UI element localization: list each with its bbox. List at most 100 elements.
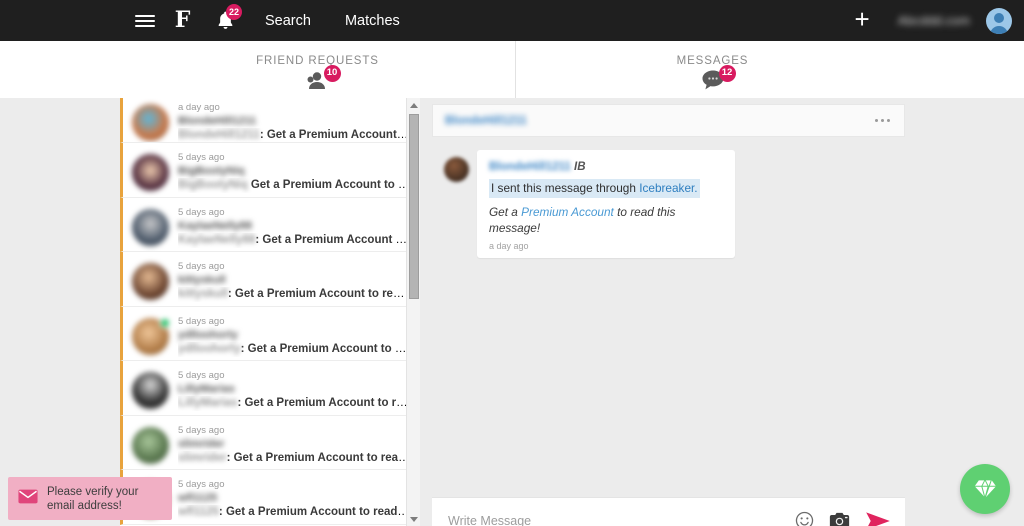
friend-requests-badge: 10: [324, 65, 341, 82]
bell-badge: 22: [226, 4, 242, 20]
list-item-preview: BlondeHill1211: Get a Premium Account to…: [178, 128, 410, 143]
scroll-up-arrow-icon[interactable]: [407, 98, 420, 112]
list-item[interactable]: 5 days agokittyskullkittyskull: Get a Pr…: [120, 252, 420, 307]
account-username[interactable]: Abcddd.com: [888, 13, 980, 28]
list-item-avatar[interactable]: [132, 263, 169, 300]
hamburger-menu-icon[interactable]: [128, 0, 162, 41]
list-item-avatar[interactable]: [132, 209, 169, 246]
list-item-body: 5 days agoslimriderslimrider: Get a Prem…: [178, 422, 410, 466]
camera-icon[interactable]: [829, 512, 850, 526]
list-item-username: BlondeHill1211: [178, 114, 410, 128]
verify-email-toast[interactable]: Please verify your email address!: [8, 477, 172, 520]
conversation-list-scrollbar[interactable]: [406, 98, 420, 526]
list-item-preview-username: slimrider: [178, 452, 227, 464]
list-item-preview: KaylaeNelly88: Get a Premium Account to …: [178, 233, 410, 248]
list-item-preview-text: Get a Premium Account to read t...: [248, 179, 410, 191]
list-item-username: LillyMarias: [178, 382, 410, 396]
list-item-preview-text: : Get a Premium Account to read...: [255, 234, 410, 246]
message-sender-avatar[interactable]: [444, 157, 469, 182]
list-item-avatar[interactable]: [132, 104, 169, 141]
top-navbar: F 22 Search Matches + Abcddd.com: [0, 0, 1024, 41]
list-item[interactable]: 5 days agoslimriderslimrider: Get a Prem…: [120, 416, 420, 471]
list-item-preview: kittyskull: Get a Premium Account to rea…: [178, 287, 410, 302]
list-item-timestamp: 5 days ago: [178, 260, 410, 273]
list-item-timestamp: 5 days ago: [178, 206, 410, 219]
envelope-icon: [18, 489, 38, 509]
person-icon: 10: [306, 68, 330, 90]
list-item-timestamp: 5 days ago: [178, 424, 410, 437]
list-item-body: 5 days agoLillyMariasLillyMarias: Get a …: [178, 367, 410, 411]
list-item-timestamp: a day ago: [178, 101, 410, 114]
chat-panel: BlondeHill1211 BlondeHill1211 IB I sent …: [432, 104, 905, 526]
scrollbar-thumb[interactable]: [409, 114, 419, 299]
message-sender-line: BlondeHill1211 IB: [489, 159, 723, 175]
list-item-avatar[interactable]: [132, 318, 169, 355]
list-item-preview-username: LillyMarias: [178, 397, 237, 409]
speech-bubble-icon: 12: [701, 68, 725, 90]
tab-messages[interactable]: MESSAGES 12: [515, 41, 910, 98]
avatar[interactable]: [986, 8, 1012, 34]
list-item-preview: BigBootyNiq Get a Premium Account to rea…: [178, 178, 410, 193]
list-item[interactable]: a day agoBlondeHill1211BlondeHill1211: G…: [120, 98, 420, 143]
list-item-body: 5 days agowfl1125wfl1125: Get a Premium …: [178, 476, 410, 520]
nav-link-search[interactable]: Search: [248, 0, 328, 41]
list-item-preview-text: : Get a Premium Account to read thi...: [241, 343, 410, 355]
chat-header: BlondeHill1211: [432, 104, 905, 137]
list-item-timestamp: 5 days ago: [178, 478, 410, 491]
message-line2-prefix: Get a: [489, 205, 521, 219]
chat-message-row: BlondeHill1211 IB I sent this message th…: [444, 150, 905, 258]
list-item-preview-text: : Get a Premium Account to read thi...: [237, 397, 410, 409]
conversation-list[interactable]: a day agoBlondeHill1211BlondeHill1211: G…: [120, 98, 420, 526]
message-bubble: BlondeHill1211 IB I sent this message th…: [477, 150, 735, 258]
list-item-preview: slimrider: Get a Premium Account to read…: [178, 451, 410, 466]
tabbar-left-filler: [0, 41, 120, 98]
notifications-bell-button[interactable]: 22: [202, 0, 248, 41]
list-item-preview: ydlloohorty: Get a Premium Account to re…: [178, 342, 410, 357]
list-item-timestamp: 5 days ago: [178, 369, 410, 382]
list-item-preview-text: : Get a Premium Account to read this mes…: [227, 452, 410, 464]
tabbar-right-filler: [910, 41, 1024, 98]
list-item-timestamp: 5 days ago: [178, 315, 410, 328]
list-item-avatar[interactable]: [132, 372, 169, 409]
app-root: F 22 Search Matches + Abcddd.com FRIEND …: [0, 0, 1024, 526]
navbar-right-group: + Abcddd.com: [841, 0, 1024, 41]
list-item[interactable]: 5 days ago KaylaeNelly88KaylaeNelly88: Ge…: [120, 198, 420, 253]
premium-account-link[interactable]: Premium Account: [521, 205, 614, 219]
more-options-icon[interactable]: [875, 113, 891, 129]
list-item-username: ydlloohorty: [178, 328, 410, 342]
write-message-input[interactable]: [448, 514, 780, 526]
brand-logo-text: F: [175, 9, 190, 31]
verify-email-text: Please verify your email address!: [47, 485, 162, 513]
brand-logo-icon[interactable]: F: [162, 0, 202, 41]
list-item-body: 5 days agokittyskullkittyskull: Get a Pr…: [178, 258, 410, 302]
online-status-dot: [161, 319, 169, 327]
message-text-line-2: Get a Premium Account to read this messa…: [489, 204, 723, 236]
list-item-preview: LillyMarias: Get a Premium Account to re…: [178, 396, 410, 411]
message-composer: [432, 497, 905, 526]
messages-badge: 12: [719, 65, 736, 82]
list-item-body: 5 days ago KaylaeNelly88KaylaeNelly88: Ge…: [178, 204, 410, 248]
nav-link-matches[interactable]: Matches: [328, 0, 417, 41]
icebreaker-link[interactable]: Icebreaker.: [639, 181, 697, 195]
list-item[interactable]: 5 days agoydlloohortyydlloohorty: Get a …: [120, 307, 420, 362]
premium-diamond-button[interactable]: [960, 464, 1010, 514]
navbar-left-group: F 22 Search Matches: [0, 0, 417, 41]
list-item-body: a day agoBlondeHill1211BlondeHill1211: G…: [178, 99, 410, 143]
list-item-avatar[interactable]: [132, 154, 169, 191]
tab-friend-requests[interactable]: FRIEND REQUESTS 10: [120, 41, 515, 98]
send-icon[interactable]: [865, 511, 891, 526]
list-item-avatar[interactable]: [132, 427, 169, 464]
list-item[interactable]: 5 days agoLillyMariasLillyMarias: Get a …: [120, 361, 420, 416]
list-item[interactable]: 5 days agoBigBootyNiqBigBootyNiq Get a P…: [120, 143, 420, 198]
list-item-preview-username: wfl1125: [178, 506, 219, 518]
chat-header-username[interactable]: BlondeHill1211: [445, 115, 527, 127]
message-sender-name: BlondeHill1211: [489, 161, 571, 173]
list-item-preview-text: : Get a Premium Account to read this mes…: [219, 506, 410, 518]
list-item-preview-text: : Get a Premium Account to read this ...: [228, 288, 410, 300]
list-item-preview-username: KaylaeNelly88: [178, 234, 255, 246]
list-item-username: slimrider: [178, 437, 410, 451]
add-plus-icon[interactable]: +: [841, 0, 884, 41]
scroll-down-arrow-icon[interactable]: [407, 512, 420, 526]
emoji-icon[interactable]: [795, 511, 814, 526]
list-item-preview-username: ydlloohorty: [178, 343, 241, 355]
